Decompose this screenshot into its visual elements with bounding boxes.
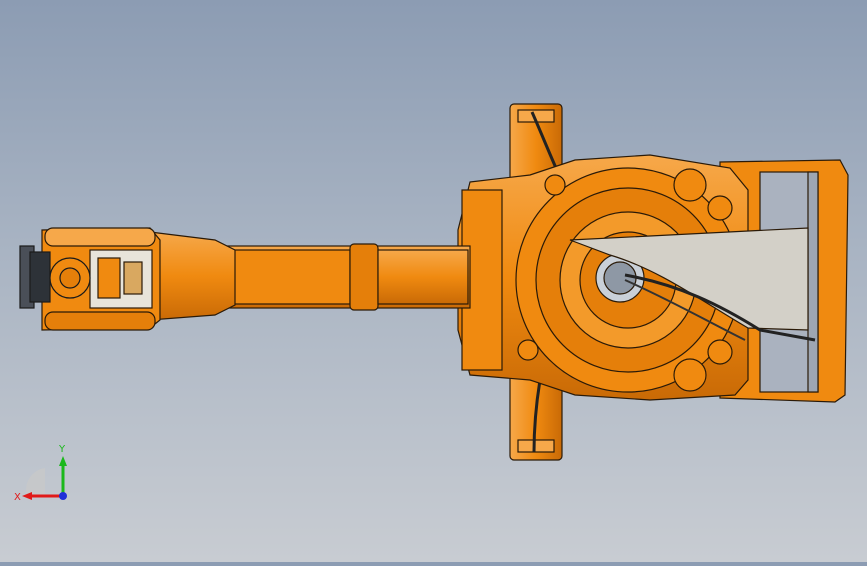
- x-axis-label: X: [14, 492, 21, 503]
- y-axis-label: Y: [58, 444, 66, 455]
- orientation-triad: Y X: [10, 438, 80, 510]
- z-axis-dot: [59, 492, 67, 500]
- robot-model[interactable]: [0, 0, 867, 562]
- triad-plane: [26, 468, 45, 496]
- forearm: [224, 243, 471, 311]
- cad-viewport[interactable]: Y X: [0, 0, 867, 562]
